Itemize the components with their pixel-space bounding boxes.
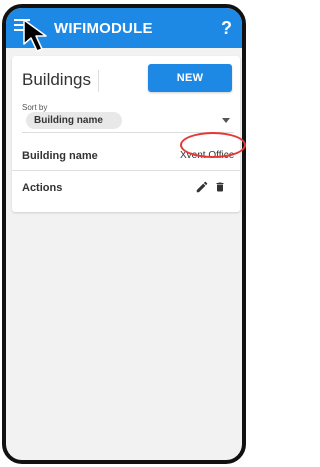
help-icon[interactable]: ? bbox=[221, 18, 232, 39]
actions-label: Actions bbox=[22, 182, 63, 194]
building-name-label: Building name bbox=[22, 150, 98, 162]
new-building-button[interactable]: NEW BUILDING bbox=[148, 64, 232, 112]
highlight-ellipse bbox=[180, 132, 246, 158]
edit-icon[interactable] bbox=[195, 180, 209, 194]
app-title: WIFIMODULE bbox=[54, 20, 153, 37]
dropdown-arrow-icon[interactable] bbox=[222, 118, 230, 123]
cursor-arrow-icon bbox=[23, 19, 47, 52]
delete-icon[interactable] bbox=[214, 180, 226, 194]
page-title: Buildings bbox=[22, 70, 91, 89]
sort-select[interactable]: Building name bbox=[26, 112, 122, 129]
phone-frame: WIFIMODULE ? Buildings NEW BUILDING Sort… bbox=[2, 4, 246, 464]
row-divider bbox=[12, 170, 240, 171]
sort-label: Sort by bbox=[22, 103, 48, 112]
title-divider bbox=[98, 70, 99, 92]
